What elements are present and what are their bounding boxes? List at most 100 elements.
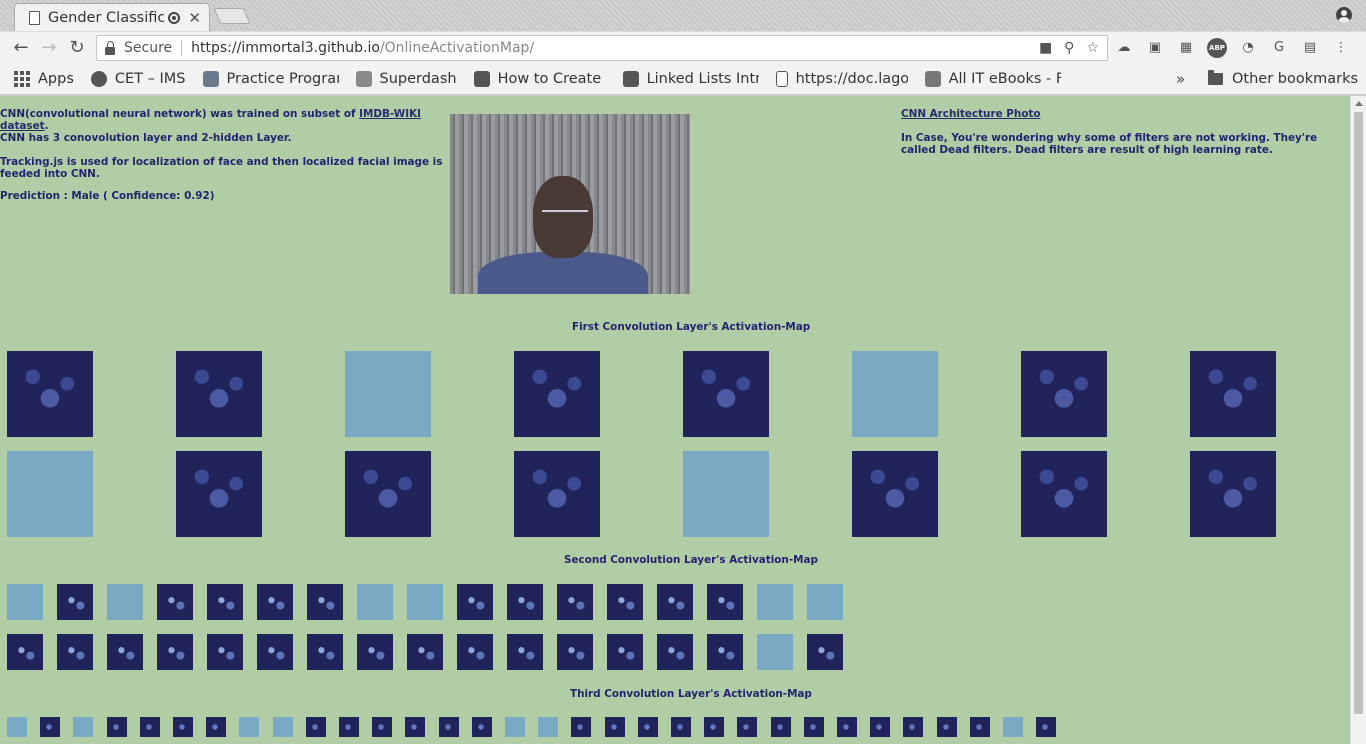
layer2-activation-map — [507, 634, 543, 670]
star-icon[interactable]: ☆ — [1086, 40, 1099, 56]
more-bookmarks-button[interactable]: » — [1176, 70, 1185, 88]
extension-icon[interactable]: ▣ — [1145, 38, 1165, 58]
layer2-activation-map — [607, 634, 643, 670]
bookmark-item[interactable]: Superdash — [355, 70, 457, 87]
layer1-activation-map — [683, 351, 769, 437]
layer3-title: Third Convolution Layer's Activation-Map — [570, 688, 812, 700]
layer3-activation-map — [1003, 717, 1023, 737]
layer2-activation-map — [107, 584, 143, 620]
layer1-activation-map — [345, 451, 431, 537]
layer3-activation-map — [770, 717, 791, 737]
layer2-activation-map — [407, 634, 443, 670]
layer2-activation-map — [307, 584, 343, 620]
vertical-scrollbar[interactable] — [1350, 96, 1366, 744]
layer1-activation-map — [1190, 451, 1276, 537]
bookmark-item[interactable]: All IT eBooks - Free — [924, 70, 1061, 87]
layer3-activation-map — [438, 717, 459, 737]
layer3-activation-map — [803, 717, 824, 737]
layer3-activation-map — [505, 717, 525, 737]
bookmark-item[interactable]: https://doc.lagout — [775, 70, 908, 87]
bookmark-item[interactable]: Practice Programs — [202, 70, 339, 87]
layer1-activation-map — [514, 351, 600, 437]
secure-label: Secure — [124, 40, 173, 56]
layer3-activation-map — [106, 717, 127, 737]
address-bar[interactable]: Secure https://immortal3.github.io/Onlin… — [96, 35, 1108, 61]
youtube-icon — [622, 70, 639, 87]
layer3-activation-map — [7, 717, 27, 737]
bookmark-item[interactable]: CET – IMS — [90, 70, 186, 87]
layer2-activation-map — [107, 634, 143, 670]
navigation-toolbar: ← → ↻ Secure https://immortal3.github.io… — [0, 31, 1366, 63]
layer2-activation-map — [7, 634, 43, 670]
layer3-activation-map — [936, 717, 957, 737]
layer1-activation-map — [683, 451, 769, 537]
layer2-activation-map — [757, 584, 793, 620]
scrollbar-thumb[interactable] — [1354, 112, 1363, 714]
url-path: /OnlineActivationMap/ — [379, 40, 535, 56]
browser-tab[interactable]: Gender Classification ✕ — [14, 3, 210, 31]
layer1-activation-map — [7, 451, 93, 537]
menu-icon[interactable]: ⋮ — [1331, 38, 1351, 58]
forward-icon[interactable]: → — [38, 37, 60, 59]
layer2-activation-map — [457, 584, 493, 620]
new-tab-button[interactable] — [213, 8, 251, 24]
dead-filters-text: In Case, You're wondering why some of fi… — [901, 132, 1318, 156]
layer2-activation-map — [207, 584, 243, 620]
layer2-activation-map — [307, 634, 343, 670]
layer2-activation-map — [457, 634, 493, 670]
cnn-architecture-link[interactable]: CNN Architecture Photo — [901, 108, 1041, 120]
layer2-activation-map — [57, 584, 93, 620]
layer3-activation-map — [969, 717, 990, 737]
cloud-icon[interactable]: ☁ — [1114, 38, 1134, 58]
close-tab-icon[interactable]: ✕ — [188, 9, 201, 27]
extension-icon[interactable]: ▦ — [1176, 38, 1196, 58]
apps-icon — [14, 70, 30, 87]
extension-icon[interactable]: ◔ — [1238, 38, 1258, 58]
youtube-icon — [473, 70, 490, 87]
layer2-activation-map — [7, 584, 43, 620]
bookmark-apps[interactable]: Apps — [14, 70, 74, 87]
layer2-activation-map — [557, 584, 593, 620]
layer3-activation-map — [139, 717, 160, 737]
layer3-activation-map — [73, 717, 94, 737]
tracking-text: Tracking.js is used for localization of … — [0, 156, 443, 180]
layer3-activation-map — [239, 717, 260, 737]
folder-icon — [1208, 70, 1223, 85]
layer3-activation-map — [272, 717, 293, 737]
layer1-activation-map — [176, 351, 262, 437]
back-icon[interactable]: ← — [10, 37, 32, 59]
layer3-activation-map — [637, 717, 658, 737]
layer3-activation-map — [405, 717, 426, 737]
site-icon — [202, 70, 219, 87]
other-bookmarks-folder[interactable]: Other bookmarks — [1208, 63, 1358, 95]
layer2-activation-map — [57, 634, 93, 670]
profile-icon[interactable] — [1336, 7, 1352, 23]
bookmarks-bar: Apps CET – IMS Practice Programs Superda… — [0, 63, 1366, 95]
tab-title: Gender Classification — [48, 9, 165, 26]
layer2-activation-map — [257, 634, 293, 670]
book-icon — [924, 70, 941, 87]
layer3-activation-map — [837, 717, 857, 737]
reload-icon[interactable]: ↻ — [66, 37, 88, 59]
webcam-video — [450, 114, 690, 294]
bookmark-item[interactable]: Linked Lists Intro — [622, 70, 759, 87]
grammarly-icon[interactable]: G — [1269, 38, 1289, 58]
camera-icon[interactable]: ■ — [1039, 40, 1052, 56]
layer2-activation-map — [657, 634, 693, 670]
layer2-activation-map — [607, 584, 643, 620]
zoom-icon[interactable]: ⚲ — [1064, 40, 1074, 56]
image-icon[interactable]: ▤ — [1300, 38, 1320, 58]
layer3-activation-map — [671, 717, 691, 737]
layer2-activation-map — [707, 584, 743, 620]
layer1-activation-map — [852, 351, 938, 437]
scroll-up-icon[interactable] — [1355, 101, 1363, 106]
layer3-activation-map — [903, 717, 924, 737]
layer2-activation-map — [807, 634, 843, 670]
layer2-activation-map — [357, 584, 393, 620]
layer1-activation-map — [345, 351, 431, 437]
layer2-title: Second Convolution Layer's Activation-Ma… — [564, 554, 818, 566]
layer2-activation-map — [157, 634, 193, 670]
adblock-icon[interactable]: ABP — [1207, 38, 1227, 58]
bookmark-item[interactable]: How to Create a — [473, 70, 606, 87]
layer3-activation-map — [870, 717, 891, 737]
